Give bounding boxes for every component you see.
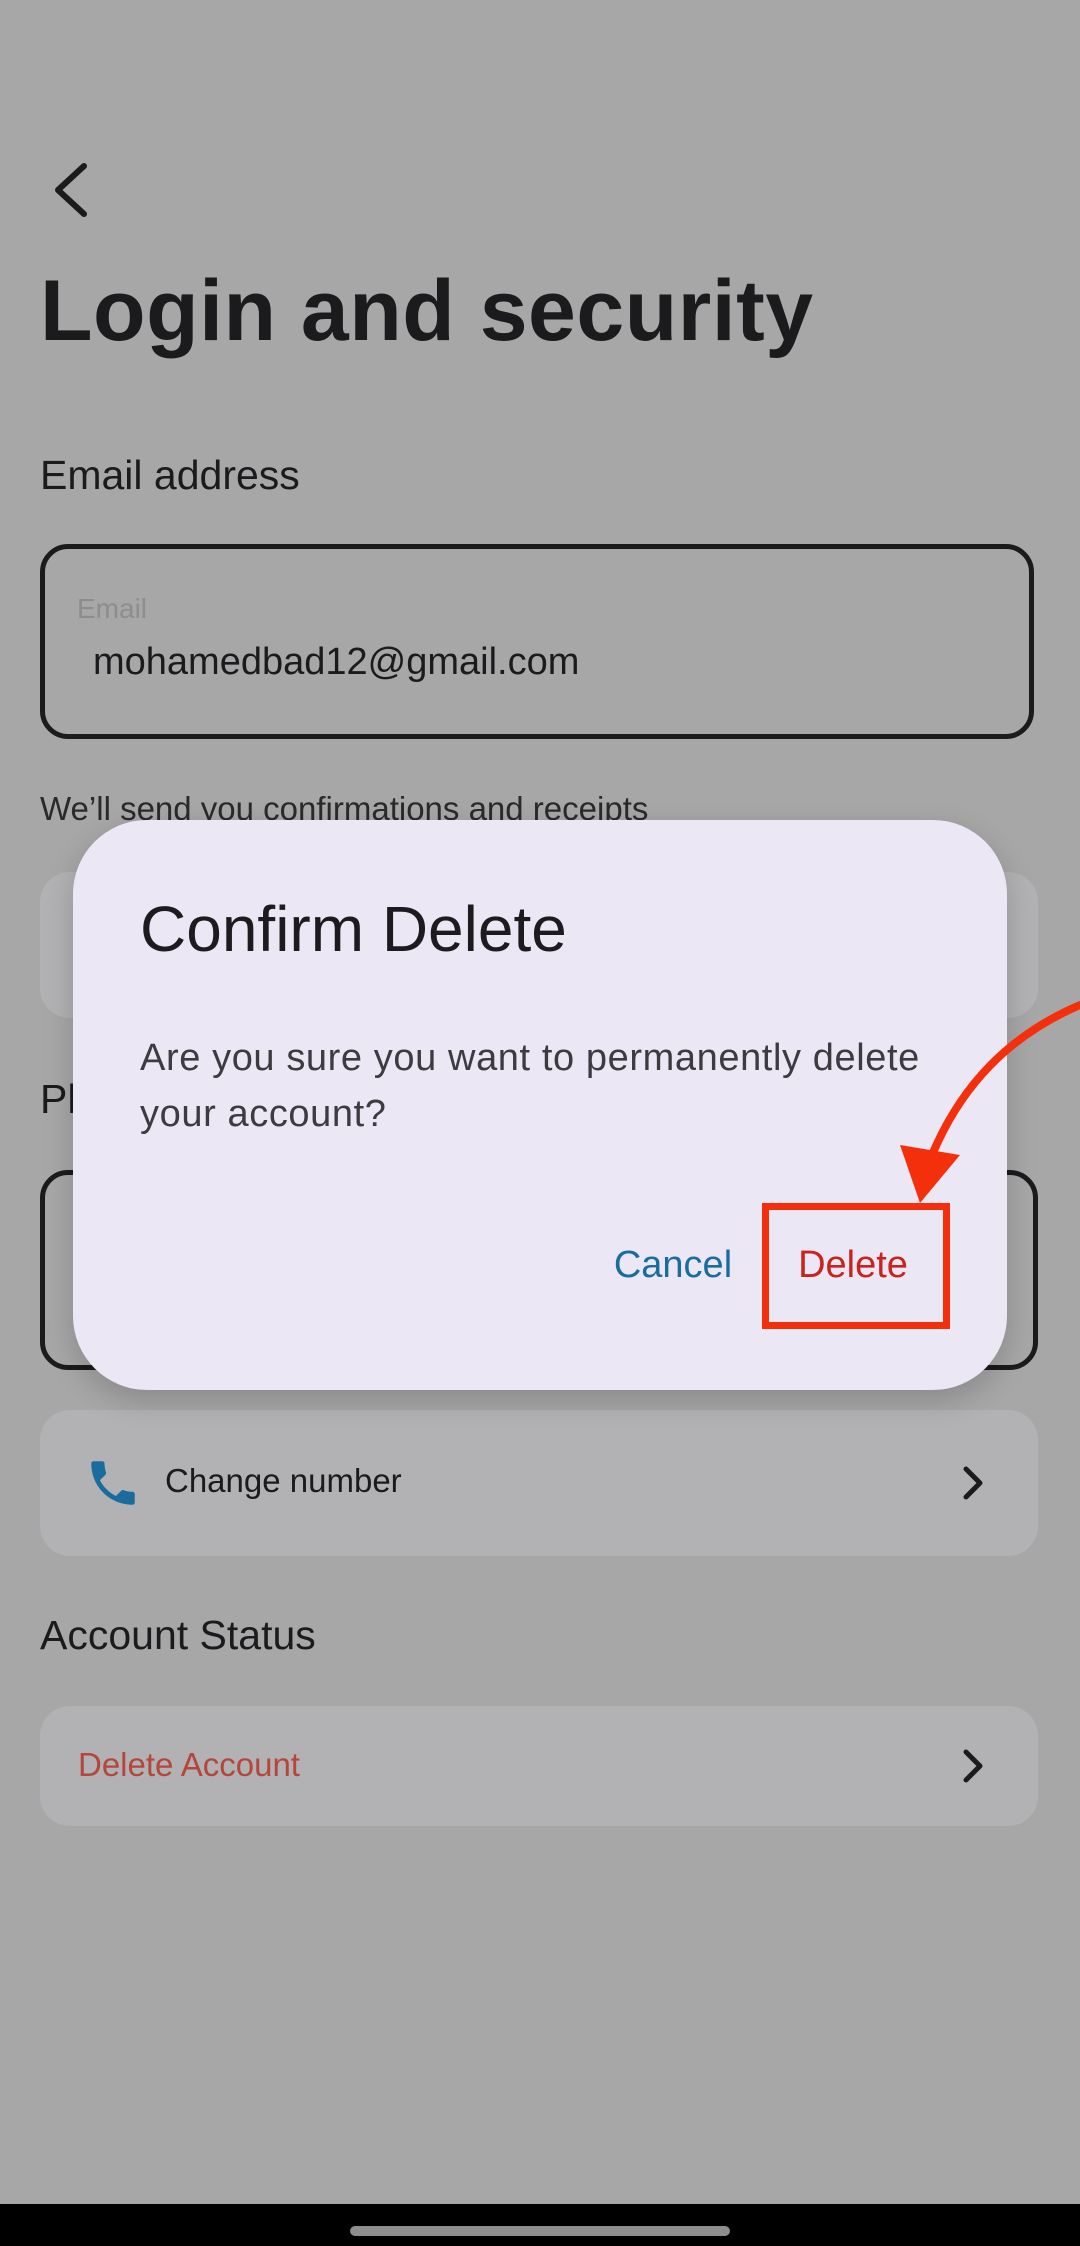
delete-highlight-box bbox=[762, 1203, 950, 1329]
email-field[interactable]: Email mohamedbad12@gmail.com bbox=[40, 544, 1034, 739]
login-security-screen: Login and security Email address Email m… bbox=[0, 0, 1080, 2246]
home-indicator[interactable] bbox=[350, 2226, 730, 2236]
email-section-heading: Email address bbox=[40, 452, 300, 498]
chevron-left-icon bbox=[55, 163, 87, 217]
page-title: Login and security bbox=[40, 263, 814, 359]
phone-icon bbox=[91, 1461, 135, 1505]
annotation-arrow-icon bbox=[900, 1001, 1080, 1203]
chevron-right-icon bbox=[963, 1466, 983, 1500]
cancel-button[interactable]: Cancel bbox=[603, 1225, 743, 1305]
delete-account-label: Delete Account bbox=[78, 1746, 300, 1783]
dialog-message: Are you sure you want to permanently del… bbox=[140, 1037, 920, 1135]
delete-account-row[interactable]: Delete Account bbox=[40, 1706, 1038, 1826]
change-number-label: Change number bbox=[165, 1462, 402, 1499]
change-number-row[interactable]: Change number bbox=[40, 1410, 1038, 1556]
email-field-value: mohamedbad12@gmail.com bbox=[93, 641, 580, 683]
chevron-right-icon bbox=[963, 1749, 983, 1783]
system-nav-bar bbox=[0, 2204, 1080, 2246]
back-button[interactable] bbox=[40, 150, 100, 230]
email-field-label: Email bbox=[77, 593, 148, 624]
dialog-title: Confirm Delete bbox=[140, 893, 567, 965]
account-status-heading: Account Status bbox=[40, 1612, 316, 1658]
